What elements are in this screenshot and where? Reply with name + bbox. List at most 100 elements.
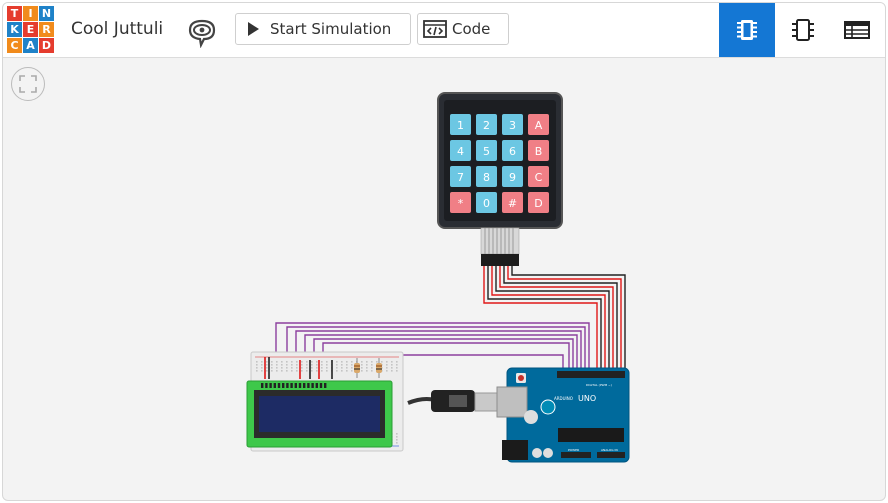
breadboard-hole	[351, 361, 353, 363]
breadboard-hole	[276, 361, 278, 363]
digital-header-label: DIGITAL (PWM ~)	[586, 383, 612, 387]
breadboard-hole	[281, 370, 283, 372]
breadboard-hole	[371, 361, 373, 363]
breadboard-hole	[321, 367, 323, 369]
lcd-pin	[265, 383, 268, 388]
breadboard-hole	[371, 370, 373, 372]
breadboard-hole	[301, 364, 303, 366]
keypad-key-label: 1	[457, 119, 464, 132]
breadboard-hole	[366, 370, 368, 372]
breadboard-hole	[316, 367, 318, 369]
breadboard-hole	[326, 364, 328, 366]
keypad-key[interactable]: A	[528, 114, 549, 135]
breadboard-hole	[336, 361, 338, 363]
breadboard-hole	[386, 367, 388, 369]
keypad-key[interactable]: 4	[450, 140, 471, 161]
breadboard-hole	[346, 370, 348, 372]
keypad-key-label: *	[458, 197, 464, 210]
breadboard-hole	[361, 367, 363, 369]
breadboard-hole	[351, 364, 353, 366]
keypad-key-label: B	[535, 145, 543, 158]
breadboard-hole	[351, 367, 353, 369]
breadboard-hole	[291, 367, 293, 369]
arduino-brand: ARDUINO	[554, 396, 573, 401]
breadboard-hole	[361, 364, 363, 366]
keypad-key[interactable]: C	[528, 166, 549, 187]
keypad-4x4[interactable]: 1 2 3 A 4 5 6 B 7 8 9 C * 0 # D	[437, 92, 563, 266]
breadboard-hole	[371, 367, 373, 369]
keypad-key[interactable]: #	[502, 192, 523, 213]
breadboard-hole	[341, 361, 343, 363]
lcd-pin	[307, 383, 310, 388]
arduino-model: UNO	[578, 394, 596, 403]
keypad-key-label: C	[535, 171, 543, 184]
breadboard-hole	[366, 367, 368, 369]
breadboard-hole	[396, 436, 398, 438]
keypad-key[interactable]: 2	[476, 114, 497, 135]
breadboard-hole	[266, 370, 268, 372]
breadboard-hole	[276, 370, 278, 372]
breadboard-hole	[391, 361, 393, 363]
keypad-key[interactable]: 7	[450, 166, 471, 187]
breadboard-hole	[296, 367, 298, 369]
keypad-key[interactable]: 3	[502, 114, 523, 135]
breadboard-hole	[271, 367, 273, 369]
keypad-key[interactable]: 5	[476, 140, 497, 161]
circuit-canvas[interactable]: 1 2 3 A 4 5 6 B 7 8 9 C * 0 # D ARDUINO UNO…	[3, 3, 885, 500]
breadboard-hole	[261, 370, 263, 372]
keypad-key-label: #	[508, 197, 517, 210]
keypad-key[interactable]: B	[528, 140, 549, 161]
breadboard-hole	[306, 364, 308, 366]
breadboard-hole	[396, 364, 398, 366]
breadboard-hole	[271, 370, 273, 372]
breadboard-hole	[321, 370, 323, 372]
breadboard-hole	[286, 370, 288, 372]
breadboard-hole	[291, 361, 293, 363]
lcd-pin	[311, 383, 314, 388]
breadboard-hole	[271, 361, 273, 363]
keypad-key[interactable]: D	[528, 192, 549, 213]
breadboard-hole	[256, 367, 258, 369]
breadboard-hole	[311, 370, 313, 372]
breadboard-hole	[301, 361, 303, 363]
keypad-key[interactable]: 8	[476, 166, 497, 187]
breadboard-hole	[261, 361, 263, 363]
breadboard-hole	[366, 364, 368, 366]
lcd-pin	[319, 383, 323, 388]
breadboard-hole	[351, 370, 353, 372]
breadboard-hole	[256, 364, 258, 366]
lcd-16x2[interactable]	[246, 380, 393, 448]
breadboard-hole	[386, 370, 388, 372]
keypad-key[interactable]: 1	[450, 114, 471, 135]
keypad-key-label: 6	[509, 145, 516, 158]
keypad-key[interactable]: 0	[476, 192, 497, 213]
breadboard-hole	[326, 361, 328, 363]
lcd-pin	[303, 383, 306, 388]
keypad-key[interactable]: 9	[502, 166, 523, 187]
breadboard-hole	[306, 367, 308, 369]
breadboard-hole	[391, 367, 393, 369]
breadboard-hole	[296, 370, 298, 372]
breadboard-hole	[346, 364, 348, 366]
breadboard-hole	[326, 370, 328, 372]
breadboard-hole	[396, 439, 398, 441]
breadboard-hole	[286, 361, 288, 363]
keypad-key-label: A	[535, 119, 543, 132]
breadboard-hole	[391, 370, 393, 372]
breadboard-hole	[341, 364, 343, 366]
breadboard-hole	[346, 361, 348, 363]
breadboard-hole	[396, 367, 398, 369]
keypad-key[interactable]: *	[450, 192, 471, 213]
breadboard-hole	[371, 364, 373, 366]
breadboard-hole	[281, 367, 283, 369]
breadboard-hole	[346, 367, 348, 369]
app-window: T I N K E R C A D Cool Juttuli Start Sim…	[2, 2, 886, 501]
arduino-uno[interactable]: ARDUINO UNO DIGITAL (PWM ~) POWER ANALOG…	[496, 367, 630, 463]
breadboard-hole	[396, 433, 398, 435]
lcd-pin	[273, 383, 276, 388]
breadboard-hole	[286, 364, 288, 366]
breadboard-hole	[281, 364, 283, 366]
keypad-key[interactable]: 6	[502, 140, 523, 161]
breadboard-hole	[266, 361, 268, 363]
breadboard-hole	[361, 370, 363, 372]
